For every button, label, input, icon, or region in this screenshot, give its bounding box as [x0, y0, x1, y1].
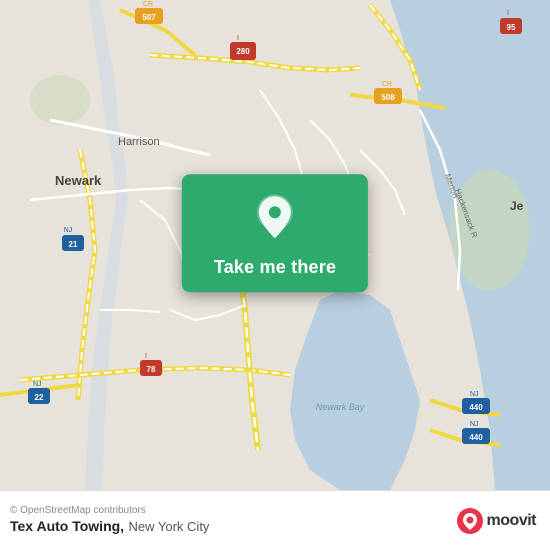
- svg-text:Newark Bay: Newark Bay: [316, 402, 365, 412]
- svg-text:CR: CR: [382, 81, 392, 88]
- take-me-there-label: Take me there: [214, 257, 336, 278]
- svg-text:22: 22: [35, 393, 44, 402]
- moovit-icon-svg: [456, 507, 484, 535]
- svg-text:CR: CR: [143, 1, 153, 8]
- svg-text:I: I: [145, 353, 147, 360]
- svg-text:440: 440: [469, 433, 483, 442]
- svg-text:280: 280: [236, 47, 250, 56]
- location-title: Tex Auto Towing,: [10, 518, 124, 534]
- location-city: New York City: [129, 519, 210, 534]
- svg-text:NJ: NJ: [33, 381, 42, 388]
- svg-text:508: 508: [381, 93, 395, 102]
- bottom-bar: © OpenStreetMap contributors Tex Auto To…: [0, 490, 550, 550]
- moovit-logo: moovit: [456, 507, 536, 535]
- svg-text:440: 440: [469, 403, 483, 412]
- svg-text:21: 21: [69, 240, 78, 249]
- osm-credit: © OpenStreetMap contributors: [10, 505, 209, 516]
- button-overlay: Take me there: [182, 174, 368, 292]
- location-pin-icon: [253, 192, 297, 247]
- svg-text:I: I: [237, 35, 239, 42]
- svg-text:I: I: [507, 10, 509, 17]
- svg-text:Newark: Newark: [55, 173, 102, 188]
- svg-text:Harrison: Harrison: [118, 136, 160, 148]
- take-me-there-button[interactable]: Take me there: [182, 174, 368, 292]
- location-info: Tex Auto Towing, New York City: [10, 518, 209, 536]
- svg-text:95: 95: [507, 23, 516, 32]
- map-container: Newark Bay: [0, 0, 550, 490]
- bottom-left: © OpenStreetMap contributors Tex Auto To…: [10, 505, 209, 536]
- svg-text:78: 78: [147, 365, 156, 374]
- moovit-brand-text: moovit: [487, 512, 536, 530]
- svg-text:NJ: NJ: [470, 421, 479, 428]
- svg-text:NJ: NJ: [470, 391, 479, 398]
- svg-text:Je: Je: [510, 199, 524, 213]
- svg-text:507: 507: [142, 13, 156, 22]
- svg-text:NJ: NJ: [64, 227, 73, 234]
